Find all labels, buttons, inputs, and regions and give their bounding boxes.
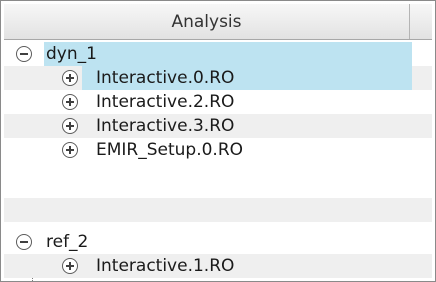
expand-icon[interactable] xyxy=(62,94,78,110)
tree-item-label: Interactive.1.RO xyxy=(96,256,235,276)
collapse-icon[interactable] xyxy=(16,46,32,62)
expand-icon[interactable] xyxy=(62,258,78,274)
tree-row-group[interactable]: dyn_1 xyxy=(4,42,432,66)
tree-row-item[interactable]: Interactive.0.RO xyxy=(4,66,432,90)
expand-icon[interactable] xyxy=(62,142,78,158)
tree-group-label: ref_2 xyxy=(46,232,89,252)
expand-icon[interactable] xyxy=(62,118,78,134)
tree-item-label: EMIR_Setup.0.RO xyxy=(96,140,244,160)
tree-item-label: Interactive.0.RO xyxy=(96,68,235,88)
tree-row-item[interactable]: EMIR_Setup.0.RO xyxy=(4,138,432,162)
tree-group-label: dyn_1 xyxy=(46,44,97,64)
tree-row-empty xyxy=(4,198,432,222)
selection-highlight xyxy=(44,42,412,66)
tree-item-label: Interactive.2.RO xyxy=(96,92,235,112)
column-header-analysis[interactable]: Analysis xyxy=(4,4,410,39)
tree-header: Analysis xyxy=(4,4,432,40)
column-header-spacer xyxy=(410,4,432,39)
tree-item-label: Interactive.3.RO xyxy=(96,116,235,136)
tree-row-item[interactable]: Interactive.2.RO xyxy=(4,90,432,114)
column-header-label: Analysis xyxy=(171,11,242,32)
analysis-tree-panel: Analysis dyn_1 Interactive.0.RO Interact… xyxy=(0,0,436,282)
expand-icon[interactable] xyxy=(62,70,78,86)
tree-row-item[interactable]: Interactive.1.RO xyxy=(4,254,432,278)
tree-row-item[interactable]: Interactive.3.RO xyxy=(4,114,432,138)
tree-row-spacer xyxy=(4,162,432,198)
collapse-icon[interactable] xyxy=(16,234,32,250)
tree-row-group[interactable]: ref_2 xyxy=(4,230,432,254)
